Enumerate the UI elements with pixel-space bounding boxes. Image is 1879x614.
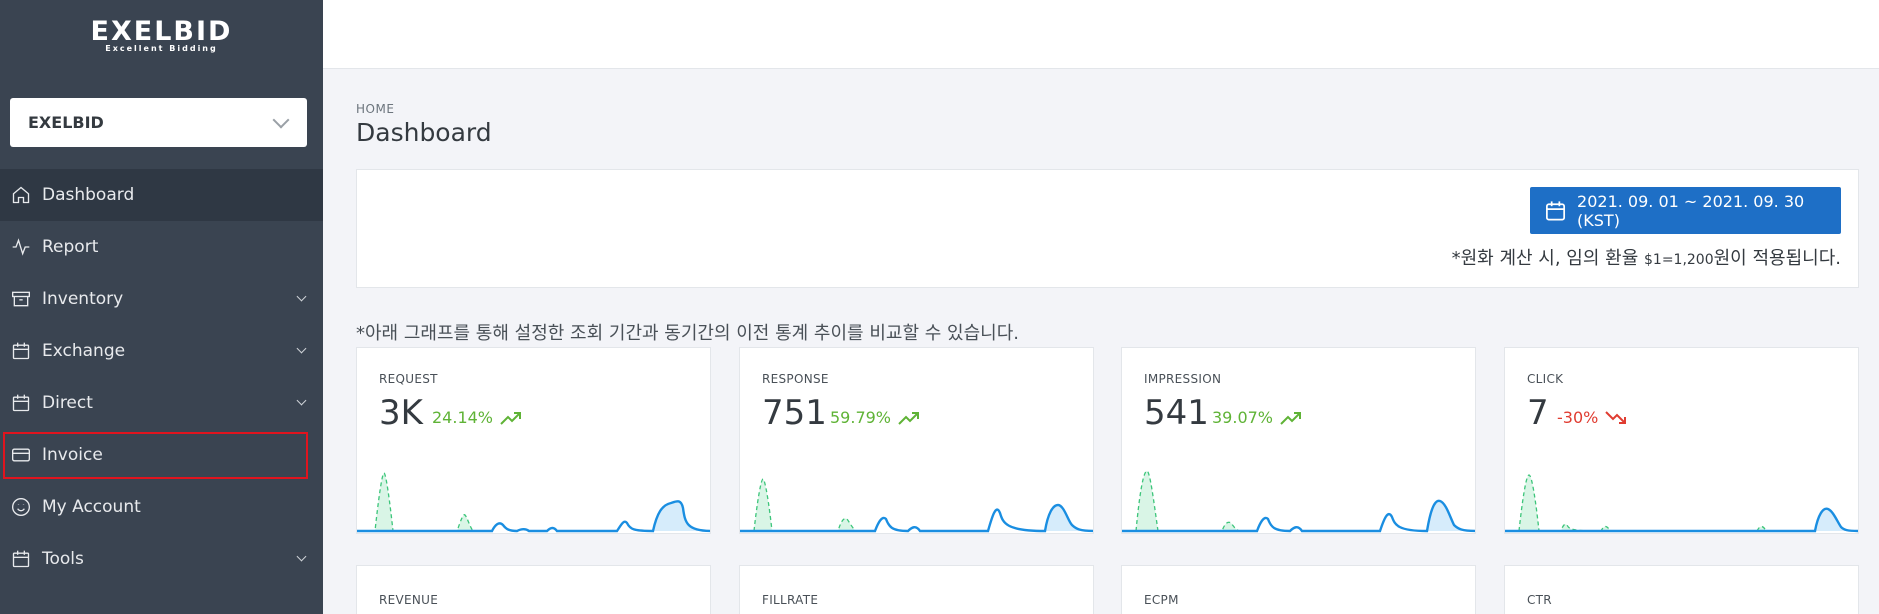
stat-card-response: RESPONSE 751 59.79%: [739, 347, 1094, 534]
stat-card-title: ECPM: [1144, 593, 1179, 607]
stat-card-title: FILLRATE: [762, 593, 819, 607]
chevron-down-icon: [296, 395, 307, 406]
exchange-rate-note: *원화 계산 시, 임의 환율 $1=1,200원이 적용됩니다.: [1452, 244, 1841, 270]
stat-card-title: RESPONSE: [762, 372, 829, 386]
sidebar-item-label: Report: [42, 237, 99, 257]
stat-card-change: 39.07%: [1212, 408, 1303, 427]
home-icon: [10, 184, 32, 206]
sparkline-chart: [357, 472, 710, 533]
stat-card-value: 541: [1144, 393, 1209, 433]
sidebar-item-direct[interactable]: Direct: [0, 377, 323, 429]
stat-card-change: -30%: [1557, 408, 1628, 427]
stat-card-title: REVENUE: [379, 593, 439, 607]
breadcrumb[interactable]: HOME: [356, 102, 394, 116]
sparkline-chart: [1122, 470, 1475, 533]
stat-card-revenue: REVENUE: [356, 565, 711, 614]
sidebar-item-label: Direct: [42, 393, 93, 413]
logo-text: EXELBID: [90, 16, 233, 47]
stat-card-impression: IMPRESSION 541 39.07%: [1121, 347, 1476, 534]
stat-card-title: CTR: [1527, 593, 1552, 607]
stat-card-title: REQUEST: [379, 372, 438, 386]
date-range-button[interactable]: 2021. 09. 01 ~ 2021. 09. 30 (KST): [1530, 187, 1841, 234]
rate-note-suffix: 원이 적용됩니다.: [1713, 248, 1841, 269]
page-title: Dashboard: [356, 118, 492, 147]
stat-card-change-text: 59.79%: [830, 408, 892, 427]
sidebar-item-label: Tools: [42, 549, 84, 569]
smile-icon: [10, 496, 32, 518]
date-range-label: 2021. 09. 01 ~ 2021. 09. 30 (KST): [1577, 191, 1805, 230]
account-select-label: EXELBID: [28, 113, 104, 132]
stat-card-change: 59.79%: [830, 408, 921, 427]
sidebar-nav: Dashboard Report Inventory Exchange Dire…: [0, 169, 323, 585]
chevron-down-icon: [296, 343, 307, 354]
date-filter-panel: 2021. 09. 01 ~ 2021. 09. 30 (KST) *원화 계산…: [356, 169, 1859, 288]
sidebar-item-my-account[interactable]: My Account: [0, 481, 323, 533]
chevron-down-icon: [272, 111, 290, 128]
stat-card-change-text: 39.07%: [1212, 408, 1274, 427]
sidebar-item-exchange[interactable]: Exchange: [0, 325, 323, 377]
sidebar-item-report[interactable]: Report: [0, 221, 323, 273]
trend-up-icon: [1280, 411, 1302, 425]
stat-card-fillrate: FILLRATE: [739, 565, 1094, 614]
sparkline-chart: [740, 478, 1093, 533]
stat-card-title: CLICK: [1527, 372, 1564, 386]
stat-card-title: IMPRESSION: [1144, 372, 1222, 386]
sidebar-item-label: Dashboard: [42, 185, 135, 205]
calendar-icon: [10, 340, 32, 362]
stat-card-change: 24.14%: [432, 408, 523, 427]
stat-card-ecpm: ECPM: [1121, 565, 1476, 614]
sidebar-item-label: Inventory: [42, 289, 124, 309]
sidebar-item-tools[interactable]: Tools: [0, 533, 323, 585]
stat-card-request: REQUEST 3K 24.14%: [356, 347, 711, 534]
trend-down-icon: [1605, 410, 1627, 424]
calendar-icon: [10, 548, 32, 570]
stat-card-click: CLICK 7 -30%: [1504, 347, 1859, 534]
sidebar-item-label: My Account: [42, 497, 141, 517]
calendar-icon: [10, 392, 32, 414]
stat-card-ctr: CTR: [1504, 565, 1859, 614]
rate-note-rate: $1=1,200: [1644, 252, 1714, 268]
sparkline-chart: [1505, 474, 1858, 533]
compare-note: *아래 그래프를 통해 설정한 조회 기간과 동기간의 이전 통계 추이를 비교…: [356, 323, 1019, 344]
account-select[interactable]: EXELBID: [10, 98, 307, 147]
sidebar: EXELBID Excellent Bidding EXELBID Dashbo…: [0, 0, 323, 614]
stat-card-value: 751: [762, 393, 827, 433]
stat-card-value: 3K: [379, 393, 423, 433]
archive-icon: [10, 288, 32, 310]
logo-tagline: Excellent Bidding: [105, 44, 218, 53]
trend-up-icon: [500, 411, 522, 425]
sidebar-item-label: Exchange: [42, 341, 126, 361]
logo[interactable]: EXELBID Excellent Bidding: [0, 16, 323, 54]
rate-note-prefix: *원화 계산 시, 임의 환율: [1451, 248, 1644, 269]
stat-card-change-text: 24.14%: [432, 408, 494, 427]
invoice-highlight-box: [3, 432, 308, 479]
sidebar-item-inventory[interactable]: Inventory: [0, 273, 323, 325]
trend-up-icon: [898, 411, 920, 425]
chevron-down-icon: [296, 291, 307, 302]
activity-icon: [10, 236, 32, 258]
sidebar-item-dashboard[interactable]: Dashboard: [0, 169, 323, 221]
calendar-icon: [1546, 200, 1566, 221]
stat-card-value: 7: [1527, 393, 1549, 433]
stat-card-change-text: -30%: [1557, 408, 1599, 427]
top-header: [323, 0, 1879, 69]
chevron-down-icon: [296, 551, 307, 562]
